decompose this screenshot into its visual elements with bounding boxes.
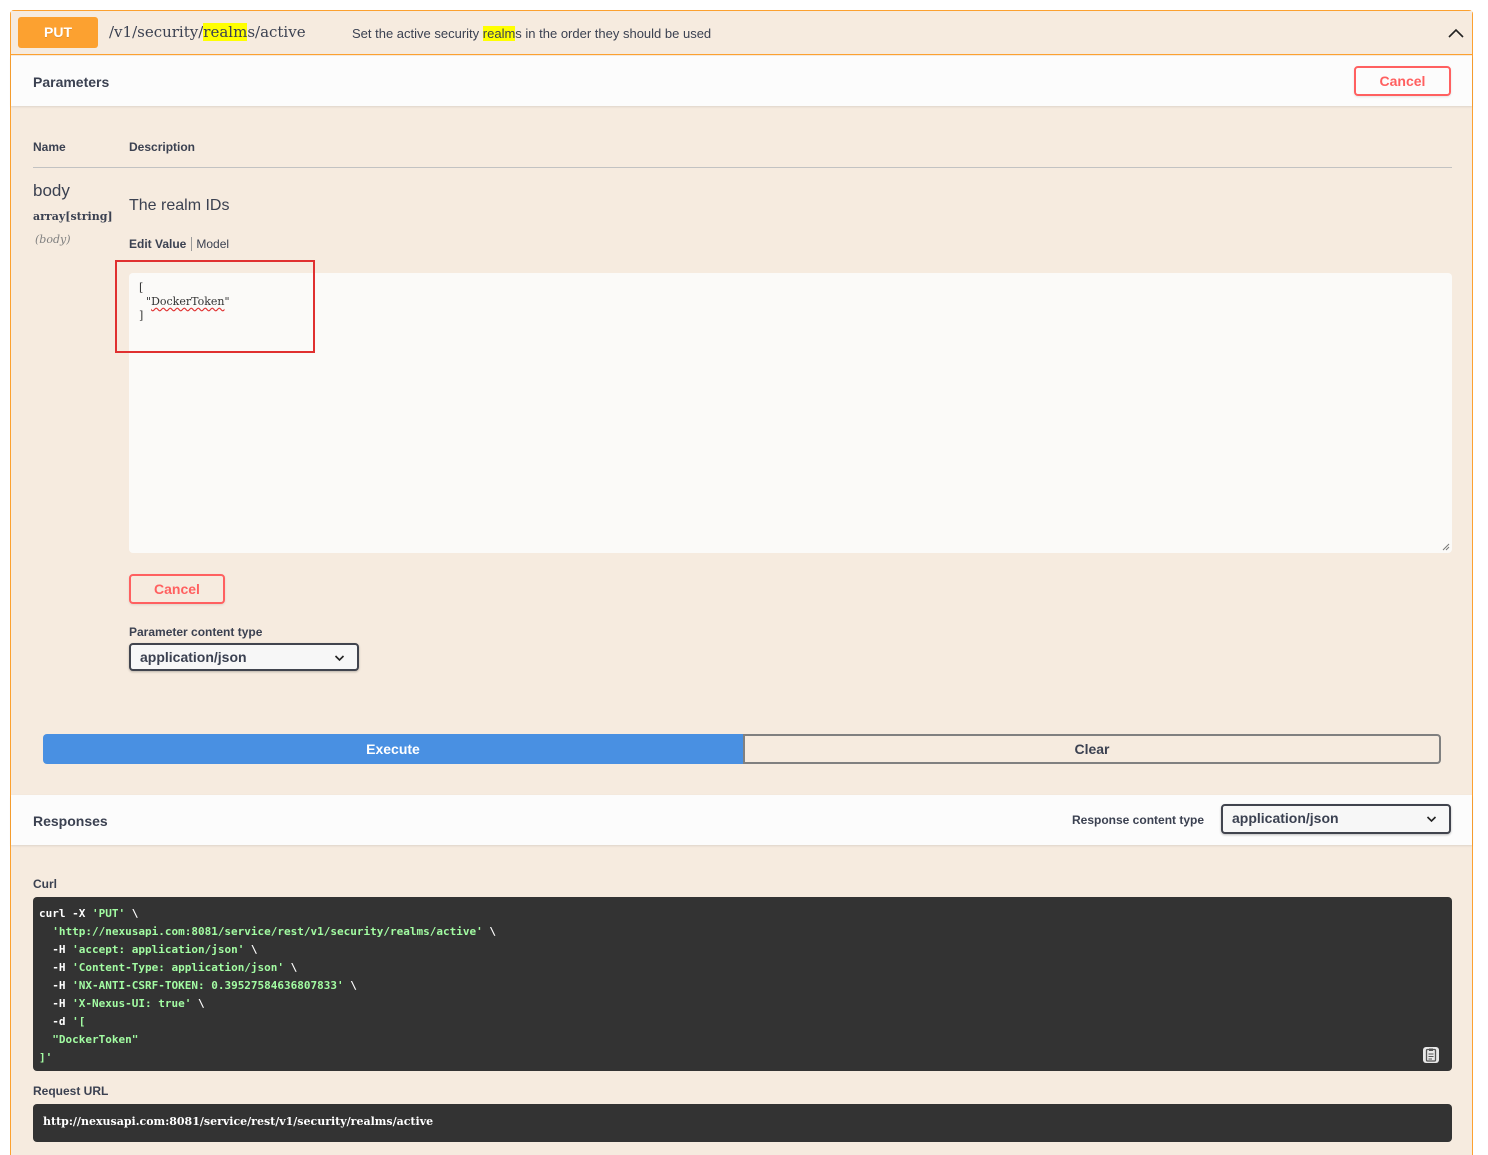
http-method-badge: PUT: [18, 17, 98, 48]
path-prefix: /v1/security/: [109, 23, 204, 41]
chevron-down-icon: [334, 655, 345, 662]
param-description: The realm IDs: [129, 197, 230, 214]
tab-model[interactable]: Model: [192, 237, 229, 251]
request-url-label: Request URL: [33, 1084, 109, 1098]
curl-line-string: 'accept: application/json': [72, 943, 245, 956]
curl-line-continuation: \: [244, 943, 258, 956]
curl-line-string: 'X-Nexus-UI: true': [72, 997, 192, 1010]
responses-header: Responses Response content type applicat…: [11, 795, 1472, 845]
curl-label: Curl: [33, 877, 57, 891]
parameters-header: Parameters Cancel: [11, 56, 1472, 106]
column-header-description: Description: [129, 140, 196, 154]
request-url-block[interactable]: http://nexusapi.com:8081/service/rest/v1…: [33, 1104, 1452, 1142]
desc-suffix: s in the order they should be used: [515, 26, 712, 41]
curl-line-string: 'http://nexusapi.com:8081/service/rest/v…: [52, 925, 483, 938]
operation-summary[interactable]: PUT /v1/security/realms/active Set the a…: [11, 11, 1472, 55]
desc-search-highlight: realm: [482, 26, 516, 41]
tab-edit-value[interactable]: Edit Value: [129, 237, 193, 251]
curl-line-string: 'NX-ANTI-CSRF-TOKEN: 0.39527584636807833…: [72, 979, 344, 992]
param-location: (body): [35, 233, 71, 246]
body-tabs: Edit Value Model: [129, 237, 229, 251]
operation-description: Set the active security realms in the or…: [352, 26, 711, 41]
annotation-highlight-box: [115, 260, 315, 353]
curl-line: -H 'accept: application/json' \: [39, 941, 496, 959]
execute-button[interactable]: Execute: [43, 734, 743, 764]
desc-prefix: Set the active security: [352, 26, 483, 41]
param-type: array[string]: [33, 210, 113, 223]
parameter-content-type-select[interactable]: application/json: [129, 643, 359, 671]
curl-line-string: '[: [72, 1015, 86, 1028]
curl-line-string: "DockerToken": [39, 1033, 139, 1046]
response-content-type-label: Response content type: [1072, 813, 1205, 827]
curl-line: 'http://nexusapi.com:8081/service/rest/v…: [39, 923, 496, 941]
operation-block-put-realms-active: PUT /v1/security/realms/active Set the a…: [10, 10, 1473, 1155]
curl-line-string: 'Content-Type: application/json': [72, 961, 285, 974]
chevron-up-icon[interactable]: [1447, 26, 1465, 40]
curl-line-continuation: \: [191, 997, 205, 1010]
parameter-content-type-value: application/json: [140, 649, 247, 665]
cancel-edit-button[interactable]: Cancel: [129, 574, 225, 604]
curl-line: -H 'X-Nexus-UI: true' \: [39, 995, 496, 1013]
operation-path: /v1/security/realms/active: [109, 23, 306, 41]
cancel-try-out-button[interactable]: Cancel: [1354, 66, 1451, 96]
curl-line-text: -H: [39, 943, 73, 956]
curl-command: curl -X 'PUT' \ 'http://nexusapi.com:808…: [39, 905, 496, 1067]
curl-line-continuation: \: [343, 979, 357, 992]
parameter-content-type-label: Parameter content type: [129, 625, 263, 639]
curl-line-text: [39, 925, 52, 938]
curl-line-text: -H: [39, 961, 73, 974]
curl-line-continuation: \: [482, 925, 496, 938]
curl-line-continuation: \: [284, 961, 298, 974]
resize-grip-icon[interactable]: [1442, 543, 1450, 551]
curl-line: -d '[: [39, 1013, 496, 1031]
curl-line: -H 'NX-ANTI-CSRF-TOKEN: 0.39527584636807…: [39, 977, 496, 995]
chevron-down-icon: [1426, 816, 1437, 823]
curl-line-text: -H: [39, 997, 73, 1010]
parameters-title: Parameters: [33, 74, 110, 90]
copy-to-clipboard-icon[interactable]: [1422, 1046, 1440, 1064]
request-url-value: http://nexusapi.com:8081/service/rest/v1…: [43, 1115, 434, 1128]
curl-line: -H 'Content-Type: application/json' \: [39, 959, 496, 977]
response-content-type-select[interactable]: application/json: [1221, 804, 1451, 834]
responses-title: Responses: [33, 813, 108, 829]
response-content-type-value: application/json: [1232, 810, 1339, 826]
clear-button[interactable]: Clear: [743, 734, 1441, 764]
curl-line-string: 'PUT': [91, 907, 126, 920]
curl-line-continuation: \: [125, 907, 139, 920]
curl-line-text: -d: [39, 1015, 73, 1028]
column-header-name: Name: [33, 140, 66, 154]
path-search-highlight: realm: [203, 23, 248, 41]
curl-line-text: curl -X: [39, 907, 92, 920]
curl-line: curl -X 'PUT' \: [39, 905, 496, 923]
body-editor-textarea[interactable]: [ "DockerToken" ]: [129, 273, 1452, 553]
path-suffix: s/active: [247, 23, 306, 41]
curl-line: ]': [39, 1049, 496, 1067]
curl-line-string: ]': [39, 1051, 53, 1064]
param-name: body: [33, 181, 70, 200]
curl-line: "DockerToken": [39, 1031, 496, 1049]
curl-code-block[interactable]: curl -X 'PUT' \ 'http://nexusapi.com:808…: [33, 897, 1452, 1071]
curl-line-text: -H: [39, 979, 73, 992]
table-header-divider: [33, 167, 1452, 168]
